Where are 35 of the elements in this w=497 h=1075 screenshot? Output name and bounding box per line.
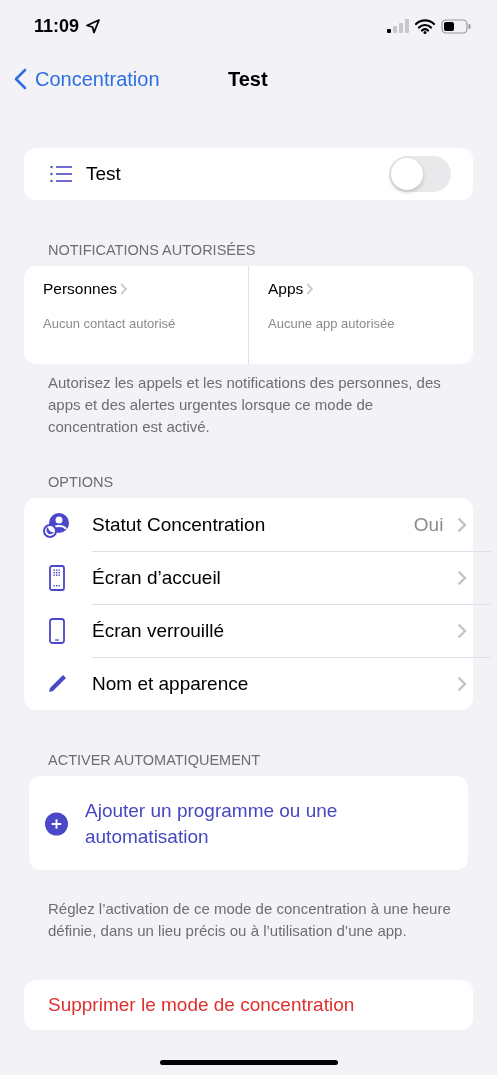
chevron-icon — [457, 570, 467, 586]
phone-grid-icon — [49, 564, 65, 591]
chevron-icon — [120, 283, 128, 295]
delete-button[interactable]: Supprimer le mode de concentration — [24, 980, 379, 1030]
section-footer: Autorisez les appels et les notifications des personnes, des apps et des alertes urgentes lorsque ce mode de concentration est activé. — [0, 372, 497, 438]
section-header: ACTIVER AUTOMATIQUEMENT — [47, 752, 262, 768]
section-header: OPTIONS — [47, 474, 115, 490]
option-row[interactable]: Statut Concentration Oui — [24, 498, 491, 551]
chevron-icon — [306, 283, 314, 295]
option-row[interactable]: Écran d’accueil — [24, 551, 491, 604]
chevron-icon — [457, 516, 467, 533]
focus-toggle[interactable] — [389, 156, 451, 192]
signal-icon — [387, 19, 409, 33]
phone-icon — [49, 617, 65, 644]
option-row[interactable]: Écran verrouillé — [24, 604, 491, 657]
battery-icon — [441, 18, 471, 34]
chevron-icon — [457, 623, 467, 639]
notification-column[interactable]: Personnes Aucun contact autorisé — [24, 266, 248, 364]
back-button[interactable]: Concentration — [14, 67, 160, 91]
page-title: Test — [228, 67, 268, 91]
section-header: NOTIFICATIONS AUTORISÉES — [47, 242, 257, 258]
chevron-icon — [457, 676, 467, 692]
option-row[interactable]: Nom et apparence — [24, 657, 491, 710]
back-chevron-icon — [14, 68, 27, 90]
wifi-icon — [415, 18, 435, 34]
person-icon — [43, 511, 71, 538]
section-footer: Réglez l’activation de ce mode de concentration à une heure définie, dans un lieu précis ou à l’utilisation d’une app. — [0, 898, 497, 942]
list-icon — [50, 166, 72, 182]
plus-circle-icon — [45, 812, 68, 836]
location-arrow-icon — [85, 18, 102, 34]
focus-name: Test — [86, 163, 122, 185]
notification-column[interactable]: Apps Aucune app autorisée — [248, 266, 473, 364]
add-automation-button[interactable]: Ajouter un programme ou une automatisation — [29, 776, 468, 870]
pencil-icon — [46, 672, 68, 695]
status-time: 11:09 — [34, 15, 80, 37]
